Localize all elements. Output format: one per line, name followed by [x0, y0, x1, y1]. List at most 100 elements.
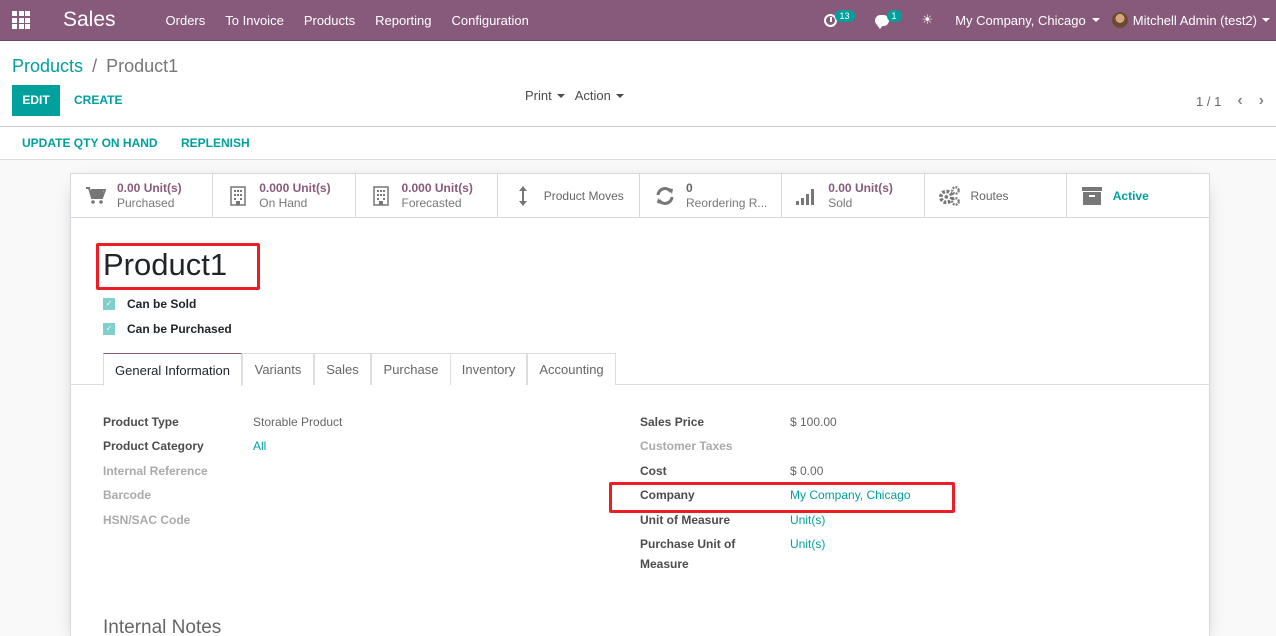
action-dropdowns: Print Action — [525, 88, 624, 103]
product-category-link[interactable]: All — [253, 439, 266, 453]
product-moves-smart-button[interactable]: Product Moves — [498, 174, 640, 217]
apps-menu-icon[interactable] — [12, 11, 30, 29]
reordering-rules-value: 0 — [686, 180, 693, 195]
navbar-systray: 13 1 ☀ My Company, Chicago Mitchell Admi… — [814, 0, 1276, 40]
tab-general-information[interactable]: General Information — [103, 353, 242, 386]
company-link[interactable]: My Company, Chicago — [790, 488, 911, 502]
customer-taxes-label: Customer Taxes — [640, 439, 733, 453]
sales-price-value: $ 100.00 — [790, 415, 837, 429]
sales-price-label: Sales Price — [640, 415, 705, 429]
product-type-value: Storable Product — [253, 415, 343, 429]
form-sheet: 0.00 Unit(s) Purchased 0.000 Unit(s) On Ha… — [70, 173, 1210, 636]
replenish-button[interactable]: REPLENISH — [181, 136, 250, 150]
on-hand-value: 0.000 Unit(s) — [259, 180, 331, 195]
bar-chart-icon — [796, 185, 818, 207]
arrows-vertical-icon — [512, 185, 534, 207]
pager-value[interactable]: 1 / 1 — [1196, 94, 1221, 109]
forecasted-value: 0.000 Unit(s) — [401, 180, 473, 195]
chevron-left-icon[interactable]: ‹ — [1237, 92, 1242, 110]
message-count-badge: 1 — [886, 10, 902, 22]
building-icon — [370, 185, 392, 207]
company-switcher[interactable]: My Company, Chicago — [943, 13, 1112, 28]
active-toggle-button[interactable]: Active — [1067, 174, 1209, 217]
active-label: Active — [1112, 188, 1149, 203]
product-name: Product1 — [103, 247, 228, 282]
sold-smart-button[interactable]: 0.00 Unit(s) Sold — [782, 174, 925, 217]
tab-variants[interactable]: Variants — [242, 353, 314, 385]
product-category-label: Product Category — [103, 439, 204, 453]
barcode-label: Barcode — [103, 488, 152, 502]
app-name: Sales — [63, 8, 116, 31]
product-type-label: Product Type — [103, 415, 179, 429]
cart-icon — [85, 185, 107, 207]
cost-label: Cost — [640, 464, 667, 478]
cost-value: $ 0.00 — [790, 464, 824, 478]
reordering-rules-smart-button[interactable]: 0 Reordering R... — [640, 174, 783, 217]
can-be-sold-label: Can be Sold — [127, 297, 197, 311]
caret-down-icon — [1262, 18, 1270, 22]
can-be-purchased-checkbox[interactable]: ✓ — [103, 323, 115, 335]
sold-label: Sold — [828, 195, 853, 210]
user-menu[interactable]: Mitchell Admin (test2) — [1111, 12, 1276, 28]
breadcrumb: Products / Product1 — [12, 56, 178, 77]
create-button[interactable]: CREATE — [74, 85, 122, 116]
routes-smart-button[interactable]: Routes — [925, 174, 1067, 217]
on-hand-label: On Hand — [259, 195, 308, 210]
internal-notes-heading: Internal Notes — [103, 617, 222, 636]
unit-of-measure-label: Unit of Measure — [640, 513, 731, 527]
notebook-tabs: General Information Variants Sales Purch… — [71, 353, 1209, 386]
control-panel: Products / Product1 EDIT CREATE Print Ac… — [0, 41, 1276, 127]
main-menu: Orders To Invoice Products Reporting Con… — [156, 13, 539, 28]
company-name: My Company, Chicago — [955, 12, 1086, 28]
tab-sales[interactable]: Sales — [314, 353, 371, 385]
pager: 1 / 1 ‹ › — [1196, 92, 1264, 110]
internal-reference-label: Internal Reference — [103, 464, 208, 478]
routes-label: Routes — [970, 188, 1009, 203]
debug-button[interactable]: ☀ — [912, 0, 944, 40]
refresh-icon — [654, 185, 676, 207]
gears-icon — [938, 185, 961, 207]
forecasted-label: Forecasted — [401, 195, 462, 210]
caret-down-icon — [615, 93, 624, 98]
reordering-rules-label: Reordering R... — [686, 195, 768, 210]
can-be-sold-checkbox[interactable]: ✓ — [103, 298, 115, 310]
can-be-sold-field: ✓ Can be Sold — [103, 297, 196, 311]
purchased-smart-button[interactable]: 0.00 Unit(s) Purchased — [71, 174, 214, 217]
hsn-sac-code-label: HSN/SAC Code — [103, 513, 191, 527]
messages-button[interactable]: 1 — [865, 0, 912, 40]
unit-of-measure-link[interactable]: Unit(s) — [790, 513, 825, 527]
sold-value: 0.00 Unit(s) — [828, 180, 893, 195]
action-label: Action — [574, 88, 611, 103]
purchase-unit-of-measure-link[interactable]: Unit(s) — [790, 537, 825, 551]
edit-button[interactable]: EDIT — [12, 85, 60, 116]
menu-item-configuration[interactable]: Configuration — [442, 13, 539, 28]
menu-item-orders[interactable]: Orders — [156, 13, 216, 28]
forecasted-smart-button[interactable]: 0.000 Unit(s) Forecasted — [356, 174, 498, 217]
caret-down-icon — [556, 93, 565, 98]
bug-icon: ☀ — [921, 12, 934, 27]
activity-count-badge: 13 — [834, 10, 855, 22]
on-hand-smart-button[interactable]: 0.000 Unit(s) On Hand — [213, 174, 356, 217]
tab-accounting[interactable]: Accounting — [527, 353, 616, 385]
tab-inventory[interactable]: Inventory — [450, 353, 527, 385]
breadcrumb-products-link[interactable]: Products — [12, 56, 83, 76]
update-qty-on-hand-button[interactable]: UPDATE QTY ON HAND — [22, 136, 158, 150]
avatar — [1111, 12, 1128, 28]
chevron-right-icon[interactable]: › — [1259, 92, 1264, 110]
archive-icon — [1081, 185, 1103, 207]
breadcrumb-separator: / — [92, 56, 98, 76]
smart-button-box: 0.00 Unit(s) Purchased 0.000 Unit(s) On Ha… — [71, 174, 1209, 218]
can-be-purchased-label: Can be Purchased — [127, 322, 232, 336]
menu-item-reporting[interactable]: Reporting — [365, 13, 441, 28]
can-be-purchased-field: ✓ Can be Purchased — [103, 322, 232, 336]
activity-button[interactable]: 13 — [814, 0, 865, 40]
print-dropdown[interactable]: Print — [525, 88, 565, 103]
action-dropdown[interactable]: Action — [575, 88, 624, 103]
tab-purchase[interactable]: Purchase — [371, 353, 451, 385]
form-statusbar: UPDATE QTY ON HAND REPLENISH — [0, 127, 1276, 160]
menu-item-products[interactable]: Products — [294, 13, 365, 28]
purchased-label: Purchased — [117, 195, 175, 210]
purchase-unit-of-measure-label: Purchase Unit of Measure — [640, 537, 736, 571]
product-moves-label: Product Moves — [543, 188, 624, 203]
menu-item-to-invoice[interactable]: To Invoice — [215, 13, 294, 28]
